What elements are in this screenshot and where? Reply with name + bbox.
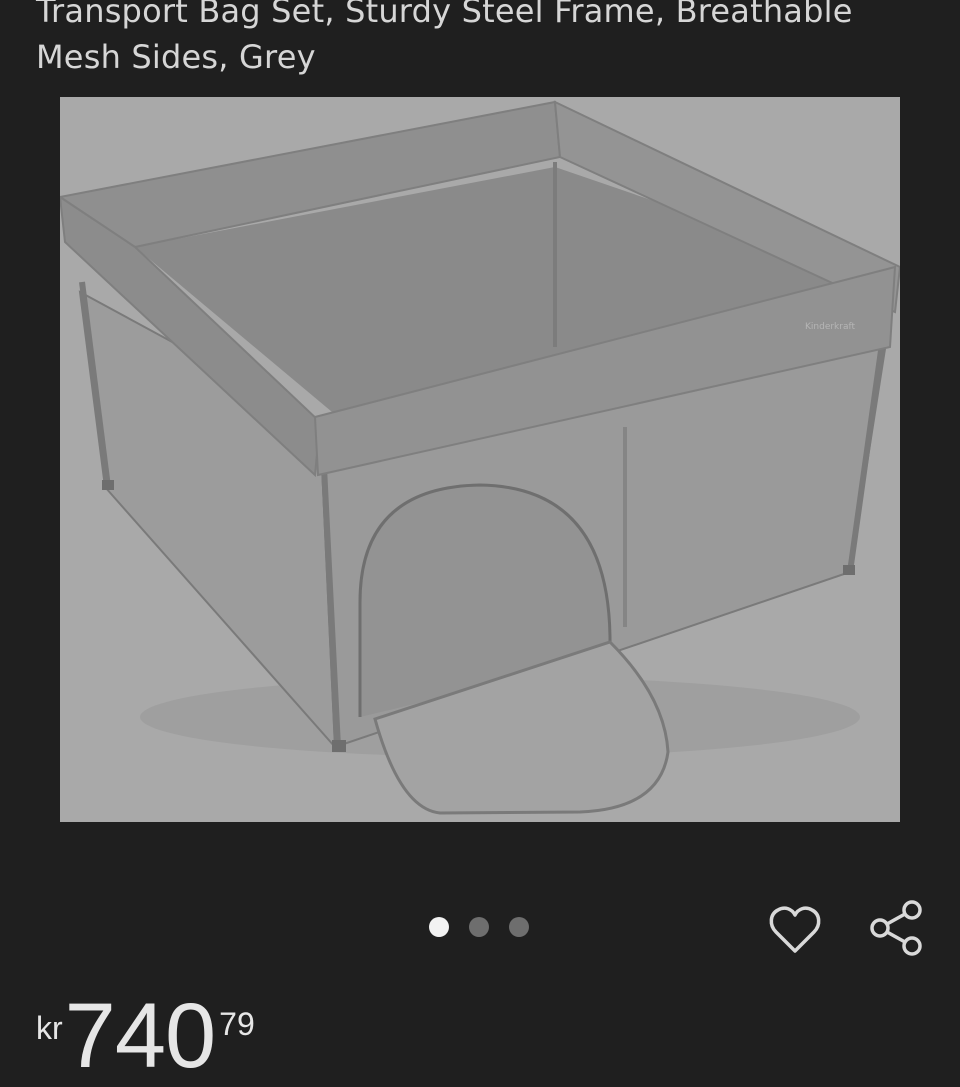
wishlist-button[interactable] xyxy=(765,900,825,960)
carousel-dot-2[interactable] xyxy=(469,917,489,937)
image-carousel-indicator[interactable] xyxy=(429,917,529,937)
product-price: kr 740 79 xyxy=(36,990,255,1082)
brand-logo: Kinderkraft xyxy=(805,322,855,332)
heart-icon xyxy=(769,906,821,953)
share-icon xyxy=(870,900,922,956)
carousel-dot-3[interactable] xyxy=(509,917,529,937)
product-title: Transport Bag Set, Sturdy Steel Frame, B… xyxy=(36,0,853,76)
playpen-illustration: Kinderkraft xyxy=(60,100,900,815)
product-image[interactable]: Kinderkraft xyxy=(60,97,900,822)
price-whole: 740 xyxy=(64,985,216,1087)
price-currency: kr xyxy=(36,1010,63,1046)
share-button[interactable] xyxy=(866,898,926,958)
carousel-dot-1[interactable] xyxy=(429,917,449,937)
price-fraction: 79 xyxy=(219,1006,255,1042)
